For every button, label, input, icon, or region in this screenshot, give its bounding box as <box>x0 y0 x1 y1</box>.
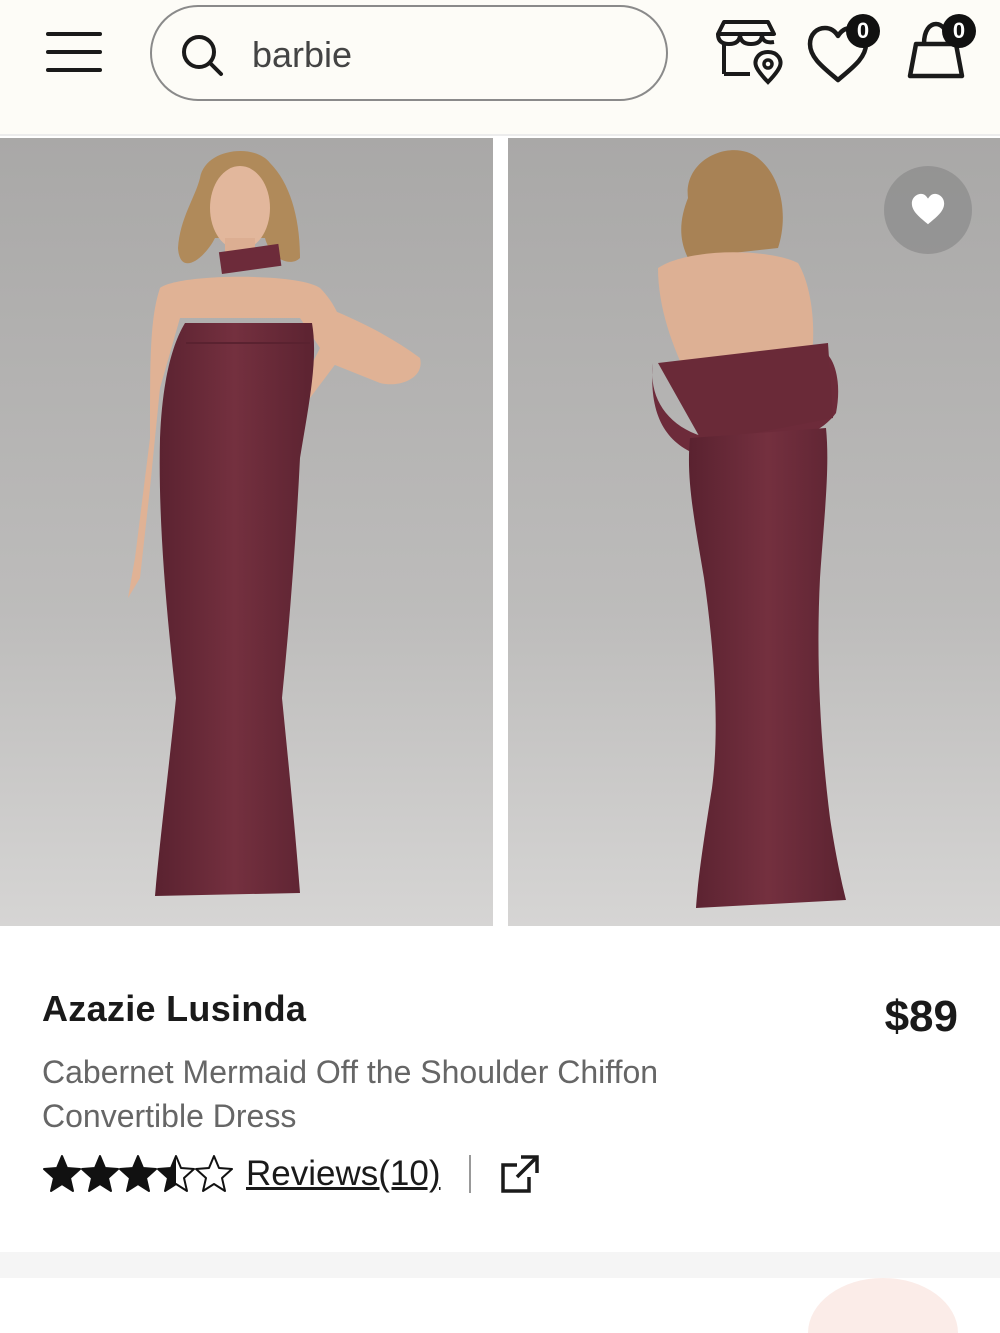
heart-icon <box>911 193 945 225</box>
rating-row: Reviews(10) <box>42 1150 541 1198</box>
product-description[interactable]: Cabernet Mermaid Off the Shoulder Chiffo… <box>42 1050 802 1138</box>
search-input[interactable] <box>252 27 642 83</box>
reviews-link[interactable]: Reviews(10) <box>246 1154 441 1194</box>
top-header: 0 0 <box>0 0 1000 136</box>
product-image-front[interactable] <box>0 138 493 926</box>
product-price: $89 <box>884 992 958 1041</box>
bag-button[interactable]: 0 <box>900 14 976 90</box>
bag-count-badge: 0 <box>942 14 976 48</box>
star-half-icon <box>157 1155 195 1192</box>
divider <box>468 1155 471 1193</box>
wishlist-count-badge: 0 <box>846 14 880 48</box>
store-locator-icon[interactable] <box>710 14 786 90</box>
external-link-icon[interactable] <box>499 1153 541 1195</box>
wishlist-button[interactable]: 0 <box>804 14 880 90</box>
search-icon[interactable] <box>180 33 224 77</box>
floating-chat-button[interactable] <box>808 1278 958 1333</box>
product-brand[interactable]: Azazie Lusinda <box>42 988 306 1030</box>
rating-stars <box>42 1154 233 1194</box>
star-full-icon <box>119 1155 157 1192</box>
favorite-button[interactable] <box>884 166 972 254</box>
product-image-back[interactable] <box>508 138 1000 926</box>
star-empty-icon <box>195 1155 233 1192</box>
section-divider <box>0 1252 1000 1278</box>
star-full-icon <box>81 1155 119 1192</box>
menu-icon[interactable] <box>46 30 104 76</box>
search-bar[interactable] <box>150 5 668 101</box>
star-full-icon <box>43 1155 81 1192</box>
